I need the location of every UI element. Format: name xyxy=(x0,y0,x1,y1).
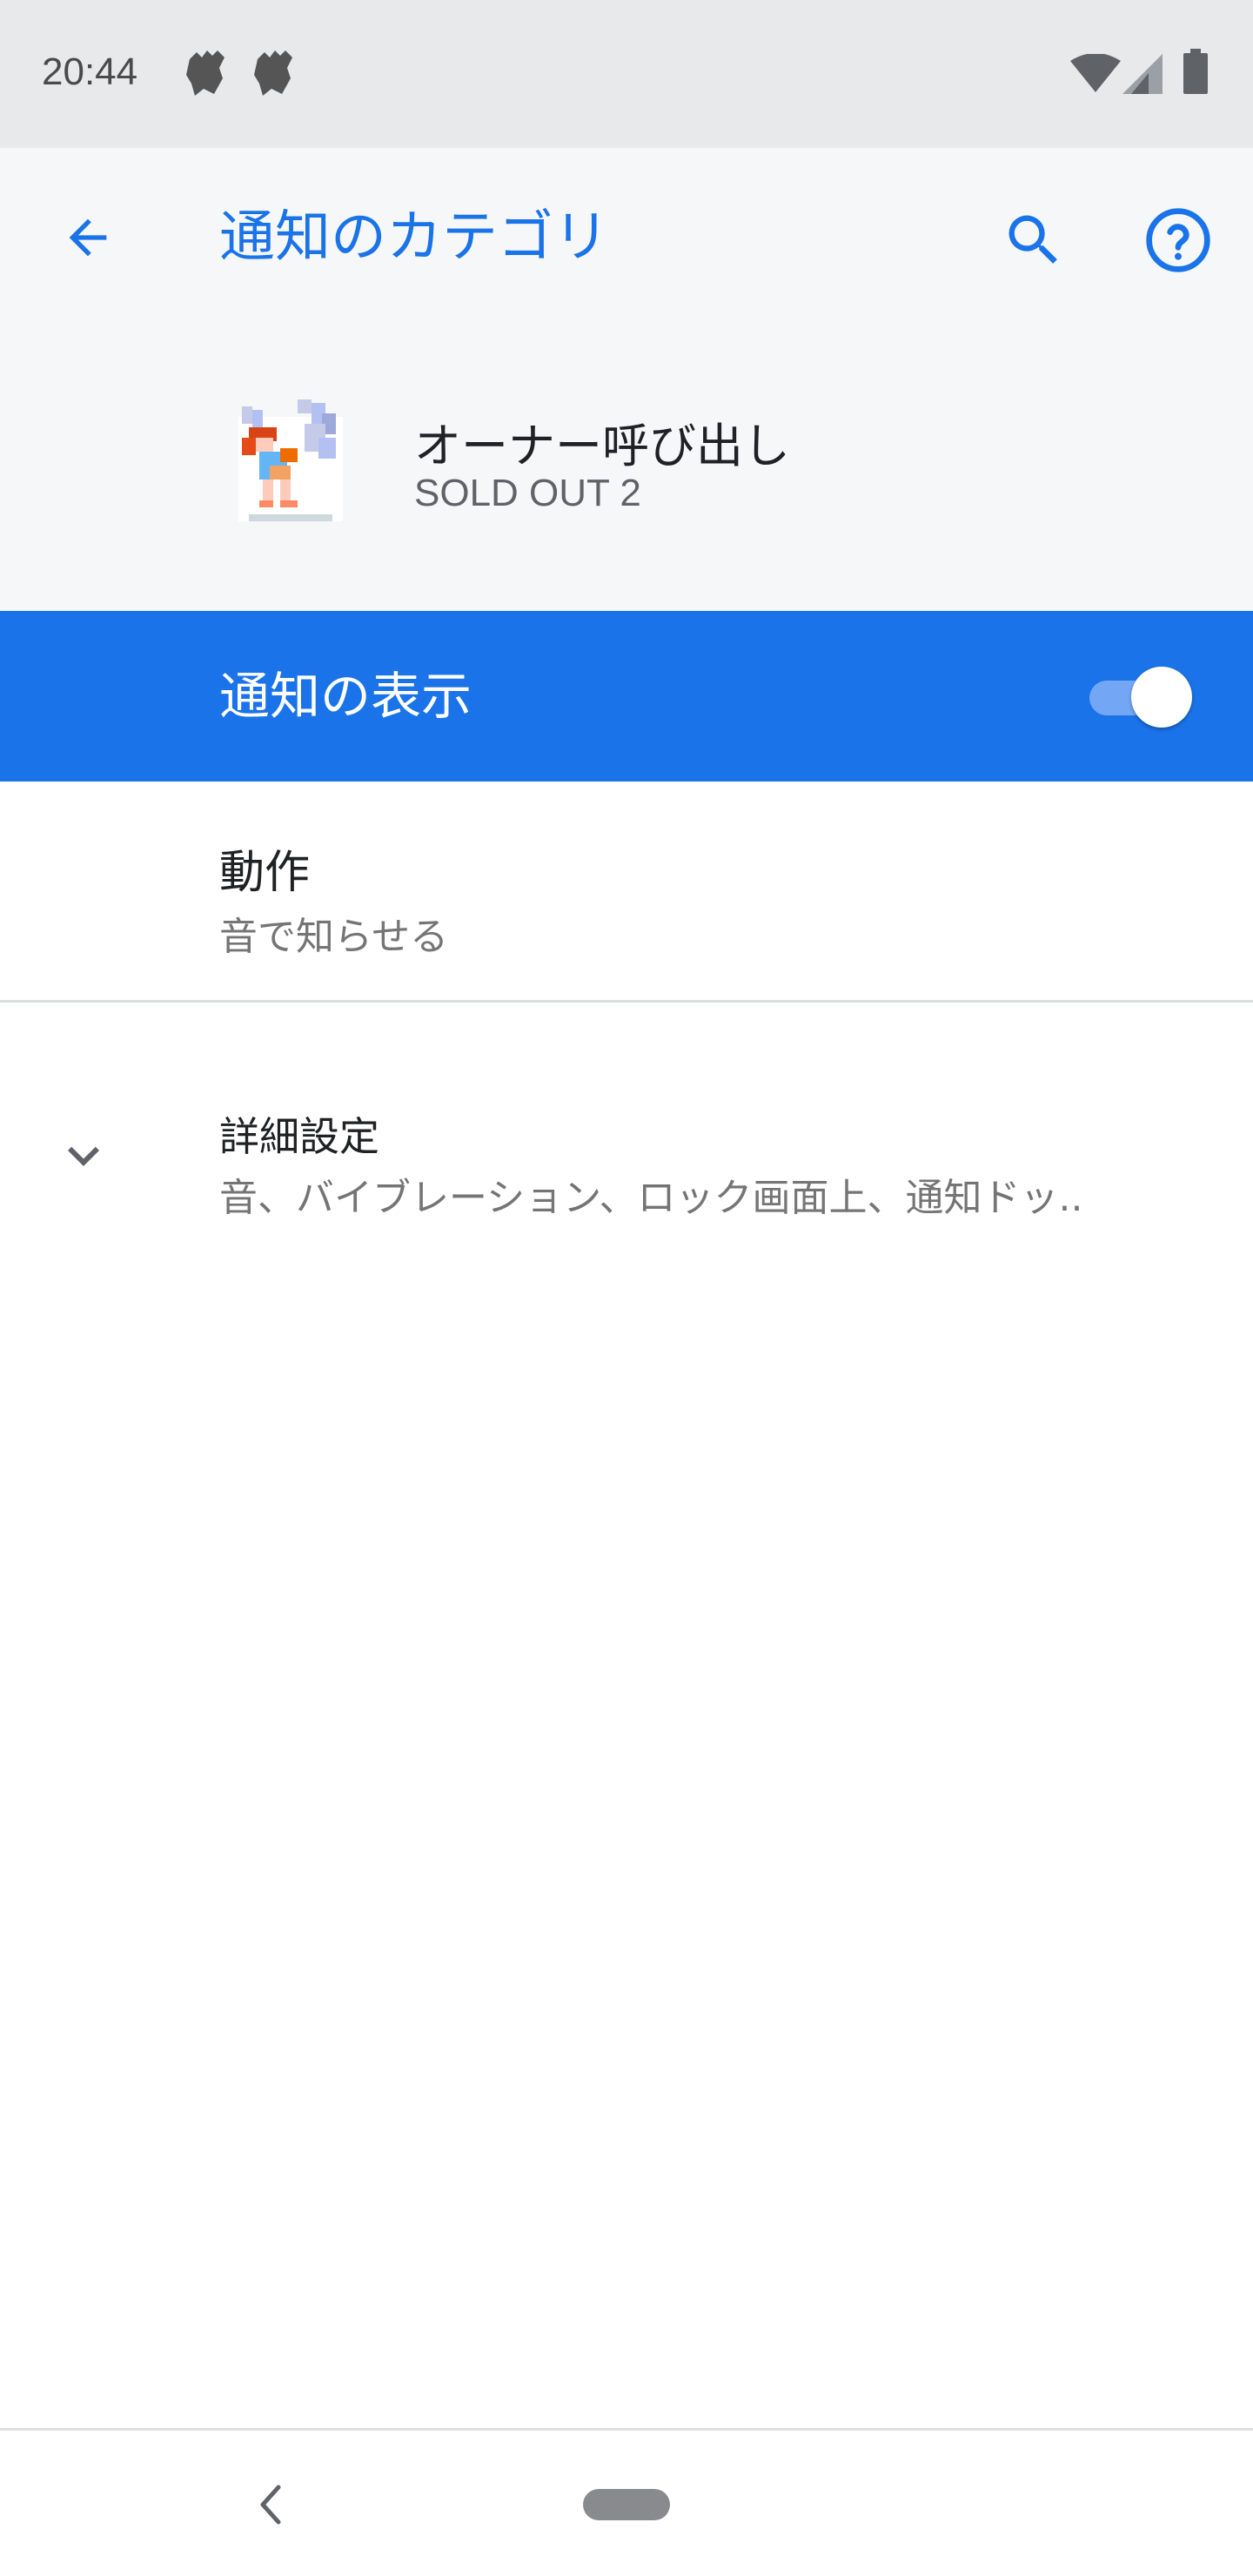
show-notifications-row[interactable]: 通知の表示 xyxy=(0,611,1253,782)
status-time: 20:44 xyxy=(42,50,138,93)
arrow-back-icon xyxy=(69,218,107,257)
behavior-value: 音で知らせる xyxy=(219,915,449,959)
chevron-down-icon xyxy=(68,1146,99,1166)
show-notifications-switch[interactable] xyxy=(1089,665,1194,728)
fairy-app-icon xyxy=(254,50,292,96)
nav-back-button[interactable] xyxy=(244,2474,296,2535)
channel-name: オーナー呼び出し xyxy=(414,419,790,473)
help-button[interactable] xyxy=(1136,198,1220,282)
switch-thumb xyxy=(1131,667,1192,728)
navigation-bar xyxy=(0,2428,1253,2576)
advanced-title: 詳細設定 xyxy=(219,1113,379,1160)
app-bar: 通知のカテゴリ xyxy=(0,148,1253,322)
nav-back-icon xyxy=(260,2485,281,2525)
app-name: SOLD OUT 2 xyxy=(414,472,641,514)
search-button[interactable] xyxy=(992,198,1075,282)
search-icon xyxy=(1008,215,1057,264)
back-button[interactable] xyxy=(49,198,127,277)
show-notifications-label: 通知の表示 xyxy=(219,667,472,726)
help-icon xyxy=(1146,208,1210,272)
behavior-title: 動作 xyxy=(219,847,311,899)
status-bar: 20:44 xyxy=(0,0,1253,148)
behavior-row[interactable]: 動作 音で知らせる xyxy=(0,782,1253,1003)
advanced-row[interactable]: 詳細設定 音、バイブレーション、ロック画面上、通知ドッ.. xyxy=(0,1003,1253,1229)
channel-header: オーナー呼び出し SOLD OUT 2 xyxy=(0,322,1253,611)
cellular-signal-icon xyxy=(1122,54,1163,94)
pixel-fairy-icon xyxy=(238,399,343,521)
home-pill[interactable] xyxy=(583,2489,670,2520)
advanced-summary: 音、バイブレーション、ロック画面上、通知ドッ.. xyxy=(219,1176,1083,1220)
page-title: 通知のカテゴリ xyxy=(219,205,609,270)
battery-icon xyxy=(1183,49,1208,94)
wifi-icon xyxy=(1070,54,1121,92)
fairy-app-icon xyxy=(186,50,224,96)
